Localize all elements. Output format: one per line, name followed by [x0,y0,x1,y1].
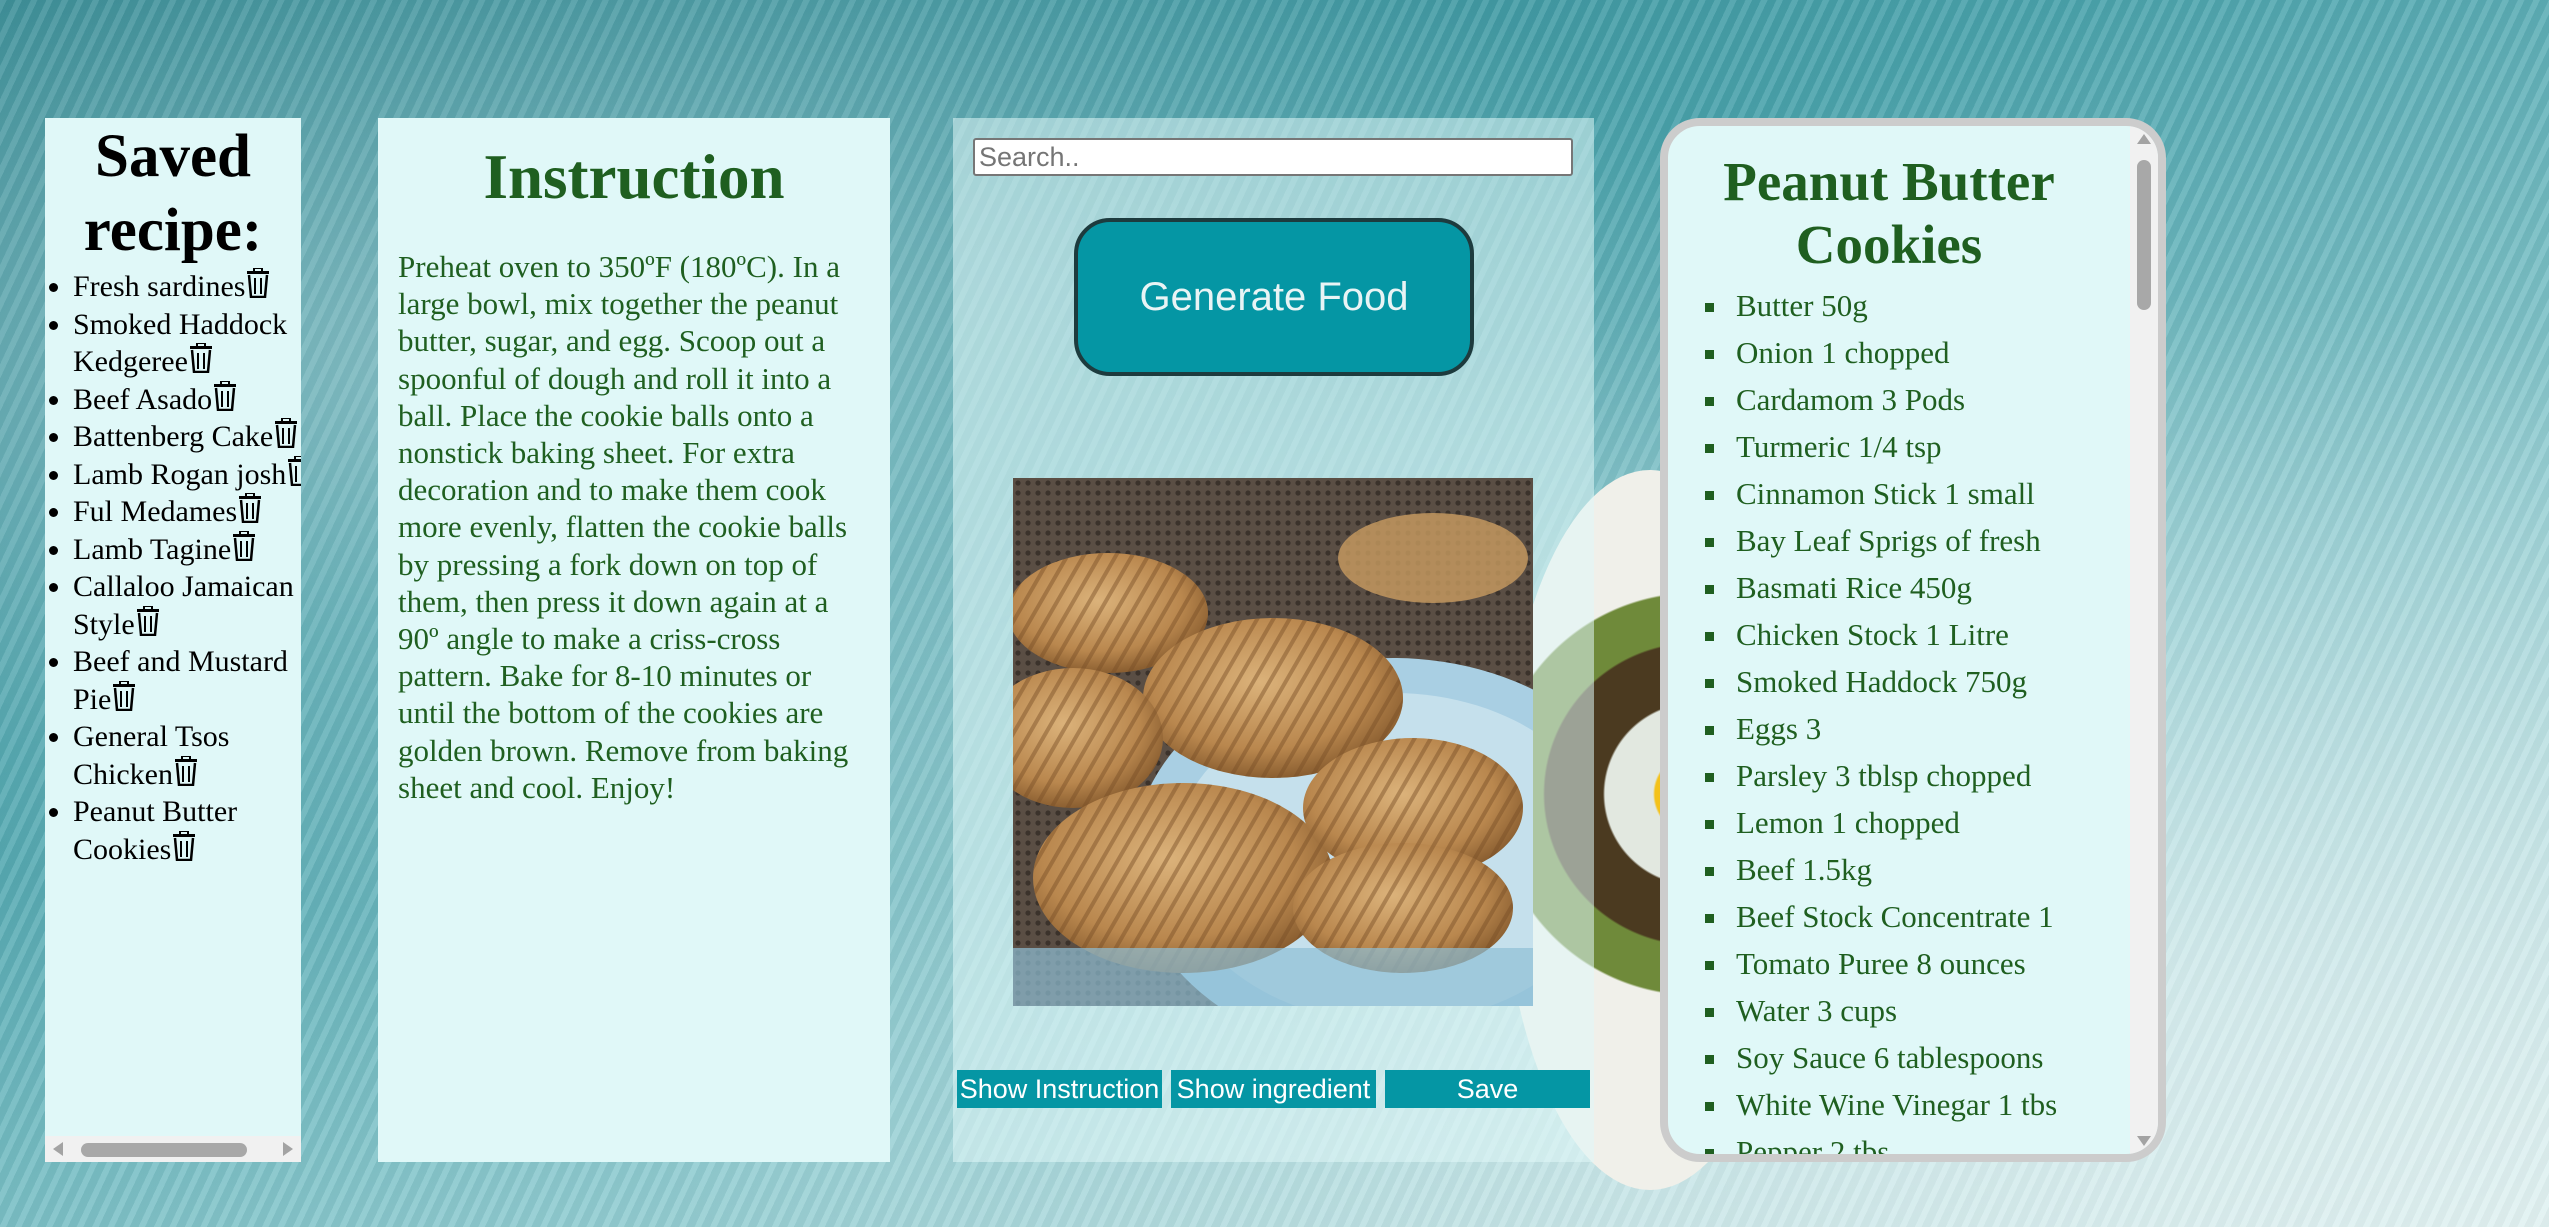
ingredient-item: Pepper 2 tbs [1730,1128,2158,1154]
saved-recipe-item[interactable]: Smoked Haddock Kedgeree [73,306,301,381]
scrollbar-thumb[interactable] [2137,160,2151,310]
saved-recipe-name[interactable]: Lamb Tagine [73,533,231,566]
ingredient-item: Cardamom 3 Pods [1730,376,2158,423]
scrollbar-thumb[interactable] [81,1143,247,1157]
instruction-panel: Instruction Preheat oven to 350ºF (180ºC… [378,118,890,1162]
saved-recipe-name[interactable]: Callaloo Jamaican Style [73,570,294,641]
instruction-text: Preheat oven to 350ºF (180ºC). In a larg… [398,249,849,805]
saved-recipes-list: Fresh sardines Smoked Haddock Kedgeree Bee… [45,267,301,868]
ingredient-item: Beef Stock Concentrate 1 [1730,893,2158,940]
trash-icon[interactable] [273,417,299,449]
saved-recipe-name[interactable]: Lamb Rogan josh [73,458,286,491]
trash-icon[interactable] [286,454,301,486]
trash-icon[interactable] [111,679,137,711]
trash-icon[interactable] [171,829,197,861]
vertical-scrollbar[interactable] [2130,126,2158,1154]
saved-recipe-item[interactable]: Beef Asado [73,379,301,419]
ingredient-item: Soy Sauce 6 tablespoons [1730,1034,2158,1081]
recipe-image [1013,478,1533,1006]
scroll-right-arrow-icon[interactable] [283,1142,293,1156]
saved-recipe-item[interactable]: Lamb Tagine [73,529,301,569]
saved-recipe-item[interactable]: Battenberg Cake [73,417,301,456]
ingredient-item: White Wine Vinegar 1 tbs [1730,1081,2158,1128]
ingredient-item: Smoked Haddock 750g [1730,658,2158,705]
show-ingredient-button[interactable]: Show ingredient [1171,1070,1376,1108]
scroll-down-arrow-icon[interactable] [2137,1136,2151,1146]
saved-recipe-name[interactable]: General Tsos Chicken [73,720,229,791]
saved-recipe-item[interactable]: Fresh sardines [73,267,301,306]
trash-icon[interactable] [173,754,199,786]
trash-icon[interactable] [188,342,214,374]
saved-recipe-name[interactable]: Beef Asado [73,383,212,416]
saved-recipes-panel: Saved recipe: Fresh sardines Smoked Haddo… [45,118,301,1162]
horizontal-scrollbar[interactable] [45,1136,301,1162]
scroll-up-arrow-icon[interactable] [2137,134,2151,144]
ingredient-item: Water 3 cups [1730,987,2158,1034]
trash-icon[interactable] [135,604,161,636]
scroll-left-arrow-icon[interactable] [53,1142,63,1156]
recipe-title: Peanut Butter Cookies [1723,151,2055,275]
saved-recipe-name[interactable]: Fresh sardines [73,270,245,303]
ingredient-item: Eggs 3 [1730,705,2158,752]
saved-recipe-name[interactable]: Battenberg Cake [73,420,273,453]
saved-recipe-item[interactable]: Lamb Rogan josh [73,454,301,494]
ingredient-item: Lemon 1 chopped [1730,799,2158,846]
ingredient-item: Cinnamon Stick 1 small [1730,470,2158,517]
ingredient-item: Parsley 3 tblsp chopped [1730,752,2158,799]
saved-recipe-item[interactable]: General Tsos Chicken [73,718,301,793]
ingredients-card: Peanut Butter Cookies Butter 50gOnion 1 … [1660,118,2166,1162]
ingredients-list: Butter 50gOnion 1 choppedCardamom 3 Pods… [1668,282,2158,1154]
saved-recipe-name[interactable]: Ful Medames [73,495,237,528]
ingredient-item: Beef 1.5kg [1730,846,2158,893]
generator-panel: Generate Food [953,118,1594,1162]
trash-icon[interactable] [212,379,238,411]
trash-icon[interactable] [245,267,271,299]
ingredient-item: Turmeric 1/4 tsp [1730,423,2158,470]
ingredient-item: Butter 50g [1730,282,2158,329]
show-instruction-button[interactable]: Show Instruction [957,1070,1162,1108]
generate-food-button[interactable]: Generate Food [1074,218,1474,376]
ingredient-item: Tomato Puree 8 ounces [1730,940,2158,987]
saved-recipes-title: Saved recipe: [83,123,263,264]
saved-recipe-name[interactable]: Smoked Haddock Kedgeree [73,308,287,379]
saved-recipe-name[interactable]: Beef and Mustard Pie [73,645,288,716]
ingredient-item: Chicken Stock 1 Litre [1730,611,2158,658]
saved-recipe-item[interactable]: Callaloo Jamaican Style [73,568,301,643]
search-input[interactable] [973,138,1573,176]
ingredient-item: Basmati Rice 450g [1730,564,2158,611]
saved-recipe-item[interactable]: Beef and Mustard Pie [73,643,301,718]
instruction-title: Instruction [483,142,785,212]
ingredient-item: Onion 1 chopped [1730,329,2158,376]
save-button[interactable]: Save [1385,1070,1590,1108]
ingredient-item: Bay Leaf Sprigs of fresh [1730,517,2158,564]
saved-recipe-item[interactable]: Peanut Butter Cookies [73,793,301,868]
saved-recipe-name[interactable]: Peanut Butter Cookies [73,795,237,866]
trash-icon[interactable] [231,529,257,561]
saved-recipe-item[interactable]: Ful Medames [73,492,301,531]
trash-icon[interactable] [237,492,263,524]
